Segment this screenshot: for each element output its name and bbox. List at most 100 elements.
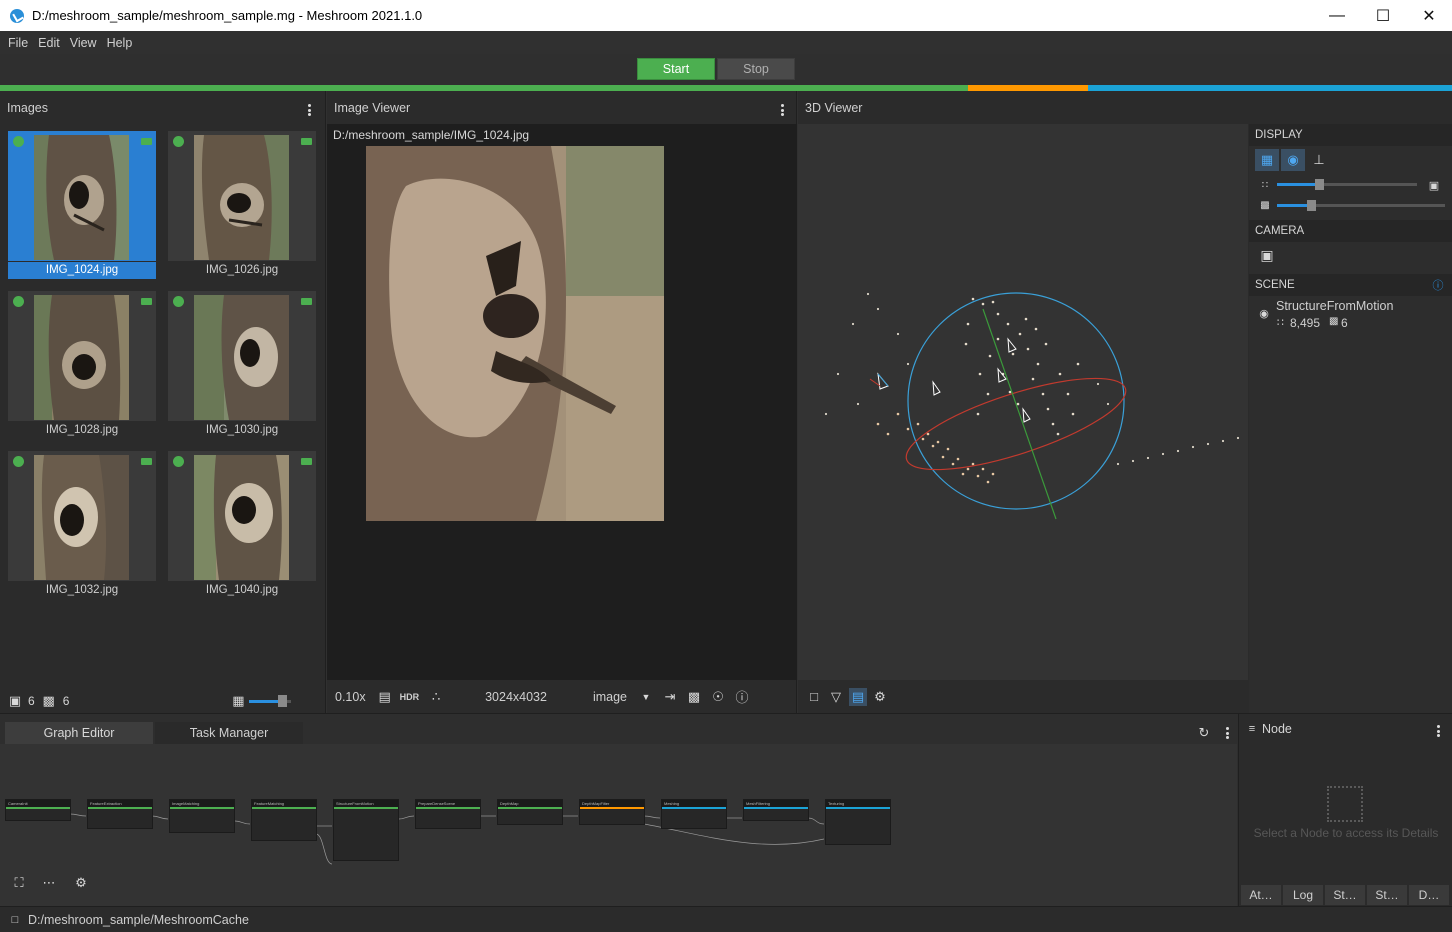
graph-node[interactable]: MeshFiltering [743, 799, 809, 821]
graph-editor-canvas[interactable]: CameraInit FeatureExtraction ImageMatchi… [0, 744, 1237, 907]
images-menu-icon[interactable] [302, 103, 316, 117]
image-thumbnail[interactable]: IMG_1030.jpg [168, 291, 317, 440]
camera-scale-slider-handle[interactable] [1306, 200, 1316, 211]
thumbnail-size-slider[interactable] [249, 694, 292, 707]
hdr-toggle[interactable]: HDR [400, 692, 420, 702]
status-ok-icon [173, 296, 184, 307]
graph-menu-icon[interactable] [1220, 726, 1234, 740]
hatch-icon[interactable]: ▤ [849, 687, 867, 706]
folder-icon[interactable]: □ [8, 911, 22, 929]
gear-icon[interactable]: ⚙ [66, 871, 96, 895]
features-icon[interactable]: ∴ [427, 688, 445, 706]
image-thumbnail[interactable]: IMG_1032.jpg [8, 451, 157, 600]
menu-edit[interactable]: Edit [33, 36, 65, 50]
info-icon[interactable]: ⓘ [1429, 276, 1447, 294]
graph-node-title: FeatureMatching [252, 800, 316, 807]
eye-icon[interactable]: ◉ [1255, 304, 1273, 322]
globe-icon[interactable]: ☉ [709, 688, 727, 706]
thumbnail-image [34, 135, 129, 260]
tab-graph-editor[interactable]: Graph Editor [5, 722, 153, 744]
point-size-slider-fill [1277, 183, 1319, 186]
scene-item-name[interactable]: StructureFromMotion [1276, 299, 1393, 313]
tab-log[interactable]: Log [1283, 885, 1323, 905]
3d-viewport[interactable] [798, 124, 1248, 680]
graph-node[interactable]: FeatureExtraction [87, 799, 153, 829]
trackball-icon[interactable]: ◉ [1281, 149, 1305, 171]
3d-viewer-title: 3D Viewer [805, 100, 863, 115]
gear-icon[interactable]: ⚙ [871, 688, 889, 706]
status-ok-icon [13, 136, 24, 147]
camera-count: 6 [62, 693, 70, 708]
graph-node[interactable]: ImageMatching [169, 799, 235, 833]
cache-path[interactable]: D:/meshroom_sample/MeshroomCache [28, 913, 249, 927]
graph-node[interactable]: DepthMapFilter [579, 799, 645, 825]
node-menu-icon[interactable] [1431, 724, 1445, 738]
menu-file[interactable]: File [3, 36, 33, 50]
sliders-icon: ≡ [1248, 723, 1256, 735]
axis-gizmo-icon[interactable]: ⊥ [1307, 149, 1331, 171]
camera-scale-slider[interactable] [1277, 200, 1445, 211]
graph-node[interactable]: DepthMap [497, 799, 563, 825]
image-thumbnail[interactable]: IMG_1028.jpg [8, 291, 157, 440]
graph-node-title: ImageMatching [170, 800, 234, 807]
camera-intrinsics-icon [301, 138, 312, 145]
image-viewer-footer: 0.10x ▤ HDR ∴ 3024x4032 image ▼ ⇥ ▩ ☉ ⓘ [327, 680, 797, 713]
chevron-down-icon[interactable]: ▼ [637, 688, 655, 706]
graph-node[interactable]: Texturing [825, 799, 891, 845]
node-panel: ≡ Node Select a Node to access its Detai… [1238, 714, 1452, 907]
point-size-slider-handle[interactable] [1315, 179, 1324, 190]
tab-attributes[interactable]: At… [1241, 885, 1281, 905]
image-viewer-menu-icon[interactable] [775, 103, 789, 117]
image-thumbnail[interactable]: IMG_1024.jpg [8, 131, 157, 280]
image-thumbnail[interactable]: IMG_1026.jpg [168, 131, 317, 280]
maximize-button[interactable]: ☐ [1360, 0, 1406, 31]
frustum-icon[interactable]: ▽ [827, 688, 845, 706]
tab-status[interactable]: St… [1367, 885, 1407, 905]
fit-view-icon[interactable]: ▣ [1425, 176, 1443, 194]
thumbnail-label: IMG_1030.jpg [205, 424, 279, 436]
images-panel: Images IMG_1024.jpg IMG_1026.jpg IMG_102… [0, 91, 326, 713]
fit-graph-icon[interactable]: ⛶ [6, 871, 32, 895]
image-viewer-panel: Image Viewer D:/meshroom_sample/IMG_1024… [327, 91, 797, 713]
info-icon[interactable]: ⓘ [733, 688, 751, 706]
histogram-icon[interactable]: ▩ [685, 688, 703, 706]
menu-view[interactable]: View [65, 36, 102, 50]
menu-help[interactable]: Help [102, 36, 138, 50]
status-ok-icon [173, 456, 184, 467]
camera-intrinsics-icon [141, 298, 152, 305]
graph-node[interactable]: PrepareDenseScene [415, 799, 481, 829]
point-size-icon: ∷ [1261, 179, 1269, 191]
select-node-icon [1327, 786, 1363, 822]
tab-task-manager[interactable]: Task Manager [155, 722, 303, 744]
hatch-icon[interactable]: ▤ [376, 688, 394, 706]
close-button[interactable]: ✕ [1406, 0, 1452, 31]
thumbnail-label: IMG_1024.jpg [8, 262, 156, 279]
tab-statistics[interactable]: St… [1325, 885, 1365, 905]
image-thumbnail[interactable]: IMG_1040.jpg [168, 451, 317, 600]
image-viewer-canvas[interactable]: D:/meshroom_sample/IMG_1024.jpg [327, 124, 797, 680]
refresh-icon[interactable]: ↻ [1195, 724, 1213, 742]
image-resolution: 3024x4032 [485, 689, 547, 704]
tab-documentation[interactable]: D… [1409, 885, 1449, 905]
camera-count-icon: ▩ [42, 692, 55, 708]
camera-intrinsics-icon [141, 138, 152, 145]
stop-button[interactable]: Stop [717, 58, 795, 80]
start-button[interactable]: Start [637, 58, 715, 80]
node-placeholder-text: Select a Node to access its Details [1253, 826, 1439, 840]
3d-viewer-footer: □ ▽ ▤ ⚙ [798, 680, 1248, 713]
channel-select[interactable]: image [593, 690, 627, 704]
image-count: 6 [28, 693, 35, 708]
thumbnail-image [34, 295, 129, 420]
graph-node[interactable]: CameraInit [5, 799, 71, 821]
minimize-button[interactable]: — [1314, 0, 1360, 31]
graph-node-title: DepthMap [498, 800, 562, 807]
camera-snapshot-icon[interactable]: ▣ [1258, 246, 1276, 264]
bounding-box-icon[interactable]: □ [805, 688, 823, 706]
point-size-slider[interactable] [1277, 179, 1417, 190]
layout-icon[interactable]: ⋯ [34, 871, 64, 895]
graph-node[interactable]: StructureFromMotion [333, 799, 399, 861]
graph-node[interactable]: Meshing [661, 799, 727, 829]
graph-node[interactable]: FeatureMatching [251, 799, 317, 841]
metadata-icon[interactable]: ⇥ [661, 688, 679, 706]
grid-icon[interactable]: ▦ [1255, 149, 1279, 171]
